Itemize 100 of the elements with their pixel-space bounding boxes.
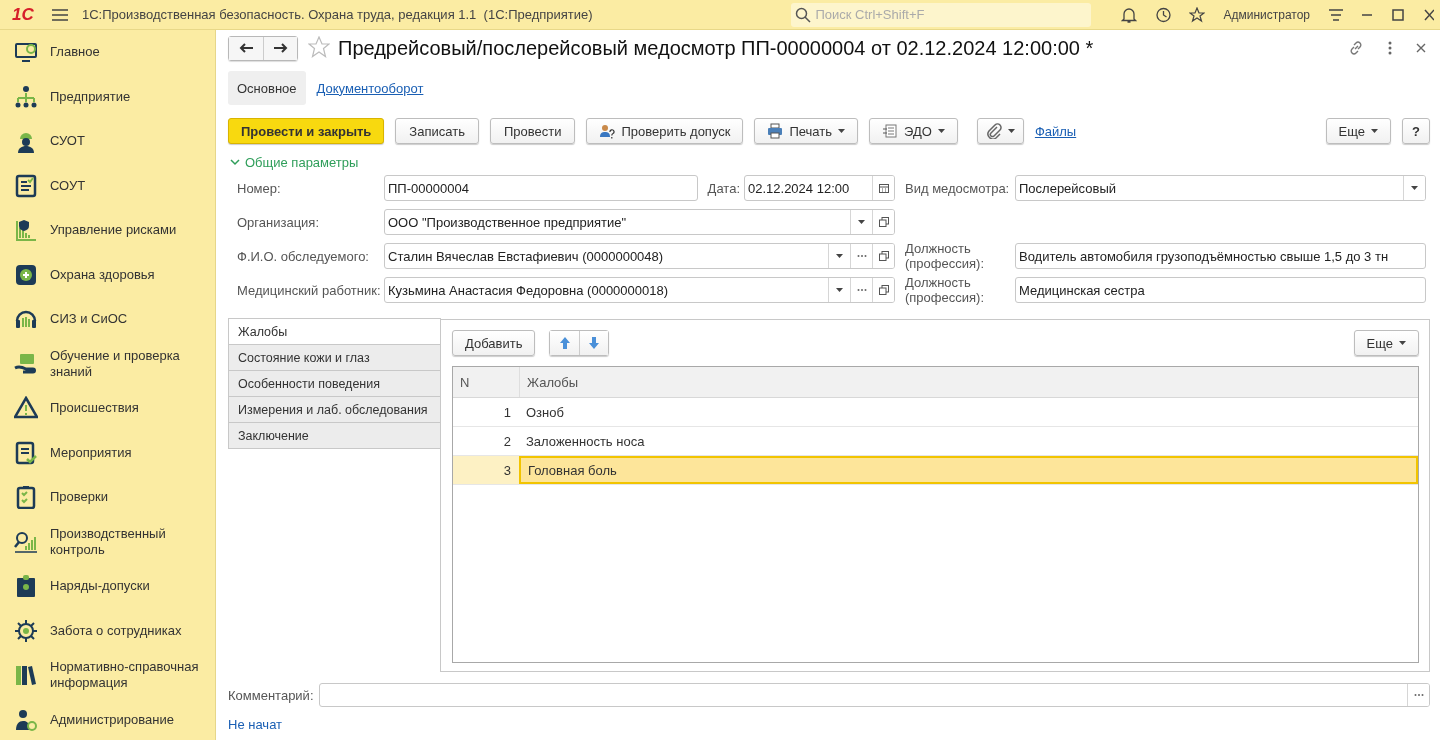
add-button[interactable]: Добавить: [452, 330, 536, 356]
table-cell[interactable]: Головная боль: [519, 456, 1418, 484]
sidebar-item[interactable]: Предприятие: [0, 74, 215, 119]
column-header: Жалобы: [519, 367, 1418, 397]
caret-icon: [836, 288, 843, 292]
more-button[interactable]: Еще: [1325, 118, 1392, 144]
sidebar-item[interactable]: СУОТ: [0, 119, 215, 164]
section-tab[interactable]: Измерения и лаб. обследования: [228, 396, 441, 423]
move-down-button[interactable]: [579, 331, 609, 355]
field-label: Дата:: [706, 180, 741, 196]
section-icon: [14, 218, 38, 243]
toolbar-button[interactable]: Записать: [395, 118, 479, 144]
toolbar-button[interactable]: Провести: [489, 118, 576, 144]
forward-button[interactable]: [263, 36, 297, 60]
star-icon: [1189, 6, 1206, 23]
check-access-button[interactable]: Проверить допуск: [586, 118, 744, 144]
form-tab[interactable]: Основное: [228, 71, 306, 105]
print-button[interactable]: Печать: [754, 118, 859, 144]
open-window-icon: [878, 217, 889, 227]
bell-icon: [1121, 6, 1138, 23]
sidebar-item[interactable]: Происшествия: [0, 386, 215, 431]
search-icon: [795, 6, 812, 23]
group-header[interactable]: Общие параметры: [230, 154, 1430, 170]
help-button[interactable]: ?: [1402, 118, 1430, 144]
medic-field[interactable]: Кузьмина Анастасия Федоровна (0000000018): [384, 277, 895, 303]
caret-icon: [836, 254, 843, 258]
column-header: N: [459, 373, 471, 392]
arrow-down-icon: [588, 336, 601, 350]
sidebar-item[interactable]: Управление рисками: [0, 208, 215, 253]
section-tab[interactable]: Жалобы: [228, 318, 441, 345]
section-icon: [14, 84, 38, 109]
move-up-button[interactable]: [550, 331, 580, 355]
link-icon: [1348, 40, 1364, 56]
field-label: Ф.И.О. обследуемого:: [237, 248, 370, 264]
arrow-up-icon: [558, 336, 571, 350]
maximize-icon: [1390, 6, 1406, 23]
field-label: Должность (профессия):: [905, 241, 985, 271]
open-button[interactable]: [872, 244, 894, 268]
sidebar-item[interactable]: Обучение и проверка знаний: [0, 341, 215, 386]
section-icon: [14, 485, 38, 510]
caret-icon: [1371, 129, 1379, 133]
menu-icon: [52, 8, 68, 21]
sidebar-item[interactable]: СИЗ и СиОС: [0, 297, 215, 342]
user-name[interactable]: Администратор: [1223, 7, 1310, 22]
section-icon: [14, 618, 38, 643]
sidebar-item[interactable]: Охрана здоровья: [0, 252, 215, 297]
dots-icon: [856, 288, 867, 292]
section-icon: [14, 663, 38, 688]
calendar-button[interactable]: [872, 176, 894, 200]
attach-button[interactable]: [976, 118, 1024, 144]
sidebar-item[interactable]: Забота о сотрудниках: [0, 608, 215, 653]
sidebar-item[interactable]: Мероприятия: [0, 430, 215, 475]
status-text: Не начат: [228, 717, 284, 732]
sidebar-item[interactable]: СОУТ: [0, 163, 215, 208]
section-tab[interactable]: Особенности поведения: [228, 370, 441, 397]
sidebar-item[interactable]: Главное: [0, 30, 215, 75]
position-field[interactable]: Медицинская сестра: [1015, 277, 1426, 303]
date-field[interactable]: 02.12.2024 12:00: [744, 175, 895, 201]
files-link[interactable]: Файлы: [1034, 123, 1077, 139]
comment-field[interactable]: [318, 683, 1430, 707]
caret-icon: [858, 220, 865, 224]
arrow-left-icon: [239, 43, 253, 53]
caret-icon: [1399, 341, 1406, 345]
field-label: Комментарий:: [228, 687, 314, 703]
user-question-icon: [599, 123, 616, 139]
sidebar-item[interactable]: Администрирование: [0, 697, 215, 740]
number-field[interactable]: ПП-00000004: [384, 175, 698, 201]
more-button[interactable]: Еще: [1353, 330, 1419, 356]
edo-button[interactable]: ЭДО: [869, 118, 958, 144]
section-icon: [14, 440, 38, 465]
organization-field[interactable]: ООО "Производственное предприятие": [384, 209, 895, 235]
field-label: Должность (профессия):: [905, 275, 985, 305]
post-and-close-button[interactable]: Провести и закрыть: [228, 118, 385, 144]
sidebar-item[interactable]: Проверки: [0, 475, 215, 520]
sidebar-item[interactable]: Производственный контроль: [0, 519, 215, 564]
caret-icon: [1007, 129, 1015, 133]
section-icon: [14, 529, 38, 554]
field-label: Номер:: [237, 180, 282, 196]
field-label: Вид медосмотра:: [905, 180, 1011, 196]
dots-icon: [1413, 693, 1424, 697]
section-tab[interactable]: Состояние кожи и глаз: [228, 344, 441, 371]
form-tab[interactable]: Документооборот: [307, 71, 433, 105]
back-button[interactable]: [229, 36, 263, 60]
exam-type-field[interactable]: Послерейсовый: [1015, 175, 1426, 201]
sidebar-item[interactable]: Нормативно-справочная информация: [0, 653, 215, 698]
table-cell: 3: [453, 456, 519, 484]
section-tab[interactable]: Заключение: [228, 422, 441, 449]
open-button[interactable]: [872, 278, 894, 302]
search-field[interactable]: Поиск Ctrl+Shift+F: [791, 2, 1092, 27]
sidebar-item[interactable]: Наряды-допуски: [0, 564, 215, 609]
position-field[interactable]: Водитель автомобиля грузоподъёмностью свыше 1,5 до 3 тн: [1015, 243, 1426, 269]
open-button[interactable]: [872, 210, 894, 234]
open-window-icon: [878, 251, 889, 261]
section-icon: [14, 40, 38, 65]
history-icon: [1155, 6, 1172, 23]
section-icon: [14, 396, 38, 421]
minimize-icon: [1362, 13, 1372, 16]
dropdown-button[interactable]: [1403, 176, 1425, 200]
examinee-field[interactable]: Сталин Вячеслав Евстафиевич (0000000048): [384, 243, 895, 269]
more-vertical-icon: [1388, 40, 1392, 56]
